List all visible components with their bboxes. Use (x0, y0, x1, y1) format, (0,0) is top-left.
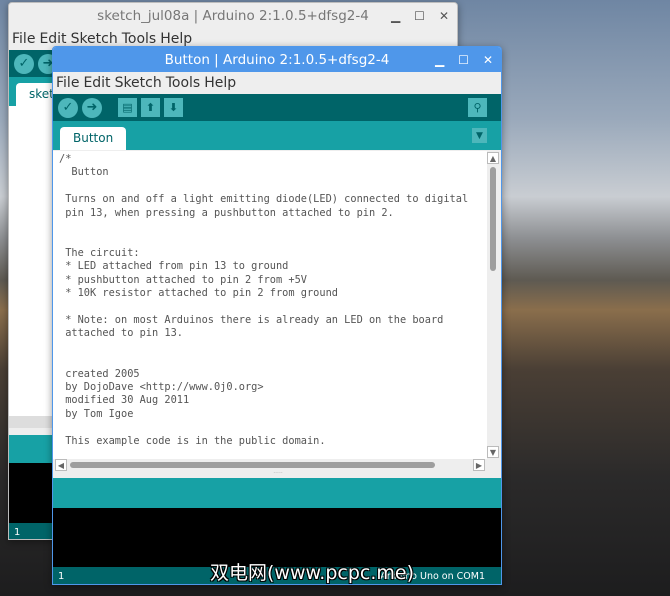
menu-sketch[interactable]: Sketch (115, 75, 162, 91)
message-area (53, 478, 501, 508)
vertical-scrollbar[interactable]: ▲ ▼ (487, 151, 500, 459)
watermark: 双电网(www.pcpc.me) (210, 562, 414, 584)
minimize-icon[interactable]: ▁ (391, 9, 400, 23)
menu-file[interactable]: File (56, 75, 79, 91)
scroll-up-icon[interactable]: ▲ (487, 152, 499, 164)
back-line-number: 1 (14, 526, 21, 538)
menu-edit[interactable]: Edit (39, 31, 66, 47)
open-icon[interactable]: ⬆ (141, 98, 160, 117)
tab-menu-chevron-down-icon[interactable]: ▼ (472, 128, 487, 143)
menu-help[interactable]: Help (204, 75, 236, 91)
verify-icon[interactable]: ✓ (14, 53, 34, 74)
new-icon[interactable]: ▤ (118, 98, 137, 117)
tab-button[interactable]: Button (60, 127, 127, 150)
scroll-down-icon[interactable]: ▼ (487, 446, 499, 458)
maximize-icon[interactable]: ☐ (458, 53, 469, 67)
close-icon[interactable]: ✕ (439, 9, 449, 23)
horizontal-scrollbar[interactable]: ◀ ▶ (53, 459, 487, 472)
scroll-left-icon[interactable]: ◀ (55, 459, 67, 471)
back-title-bar[interactable]: sketch_jul08a | Arduino 2:1.0.5+dfsg2-4 … (9, 3, 457, 28)
code-editor[interactable]: /* Button Turns on and off a light emitt… (53, 151, 487, 459)
menu-help[interactable]: Help (160, 31, 192, 47)
close-icon[interactable]: ✕ (483, 53, 493, 67)
minimize-icon[interactable]: ▁ (435, 53, 444, 67)
serial-monitor-icon[interactable]: ⚲ (468, 98, 487, 117)
front-title-bar[interactable]: Button | Arduino 2:1.0.5+dfsg2-4 ▁ ☐ ✕ (53, 47, 501, 72)
front-menubar: File Edit Sketch Tools Help (53, 72, 501, 94)
save-icon[interactable]: ⬇ (164, 98, 183, 117)
menu-tools[interactable]: Tools (122, 31, 157, 47)
front-tabbar: Button ▼ (53, 121, 501, 150)
front-window-title: Button | Arduino 2:1.0.5+dfsg2-4 (164, 51, 390, 68)
back-window-title: sketch_jul08a | Arduino 2:1.0.5+dfsg2-4 (97, 7, 369, 24)
menu-sketch[interactable]: Sketch (71, 31, 118, 47)
verify-icon[interactable]: ✓ (58, 97, 78, 118)
menu-tools[interactable]: Tools (166, 75, 201, 91)
maximize-icon[interactable]: ☐ (414, 9, 425, 23)
front-window[interactable]: Button | Arduino 2:1.0.5+dfsg2-4 ▁ ☐ ✕ Fil… (52, 46, 502, 585)
menu-edit[interactable]: Edit (83, 75, 110, 91)
line-number: 1 (58, 571, 65, 582)
hscroll-thumb[interactable] (70, 462, 435, 468)
menu-file[interactable]: File (12, 31, 35, 47)
upload-icon[interactable]: ➜ (82, 97, 102, 118)
front-toolbar: ✓ ➜ ▤ ⬆ ⬇ ⚲ (53, 94, 501, 121)
scroll-right-icon[interactable]: ▶ (473, 459, 485, 471)
vscroll-thumb[interactable] (490, 167, 496, 271)
